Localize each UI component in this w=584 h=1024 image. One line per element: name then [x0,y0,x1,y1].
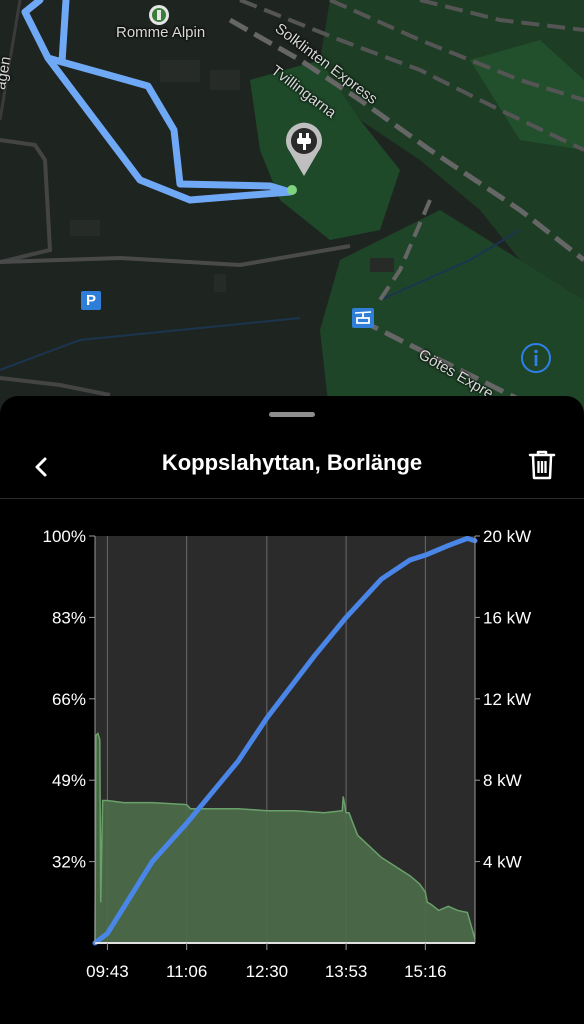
map-label-romme-alpin: Romme Alpin [116,24,206,41]
parking-icon[interactable]: P [81,291,101,310]
right-tick-label: 12 kW [483,690,531,709]
x-tick-label: 09:43 [86,962,129,981]
sheet-grabber[interactable] [269,412,315,417]
charger-pin-icon[interactable] [284,122,324,178]
header-divider [0,498,584,499]
ski-lift-icon[interactable] [352,308,374,328]
info-icon[interactable] [520,342,552,374]
x-tick-label: 15:16 [404,962,447,981]
left-tick-label: 100% [43,527,86,546]
right-tick-label: 16 kW [483,608,531,627]
x-tick-label: 13:53 [325,962,368,981]
left-tick-label: 49% [52,771,86,790]
right-tick-label: 4 kW [483,853,522,872]
x-tick-label: 12:30 [246,962,289,981]
map-canvas[interactable] [0,0,584,420]
left-tick-label: 32% [52,853,86,872]
detail-sheet: Koppslahyttan, Borlänge 100% 83% 66% 49% 32%… [0,396,584,1024]
right-tick-label: 8 kW [483,771,522,790]
route-end-dot [287,185,297,195]
sheet-header: Koppslahyttan, Borlänge [0,436,584,496]
left-tick-label: 83% [52,608,86,627]
trash-icon[interactable] [526,448,558,482]
sheet-title: Koppslahyttan, Borlänge [161,450,423,475]
restaurant-icon[interactable] [148,4,170,26]
map-view[interactable]: Romme Alpin Solklinten Express Tvillinga… [0,0,584,420]
left-tick-label: 66% [52,690,86,709]
chevron-left-icon[interactable] [26,452,56,482]
charging-chart: 100% 83% 66% 49% 32% 20 kW 16 kW 12 kW 8 kW 4 kW… [43,527,532,981]
x-tick-label: 11:06 [166,962,207,981]
right-tick-label: 20 kW [483,527,531,546]
